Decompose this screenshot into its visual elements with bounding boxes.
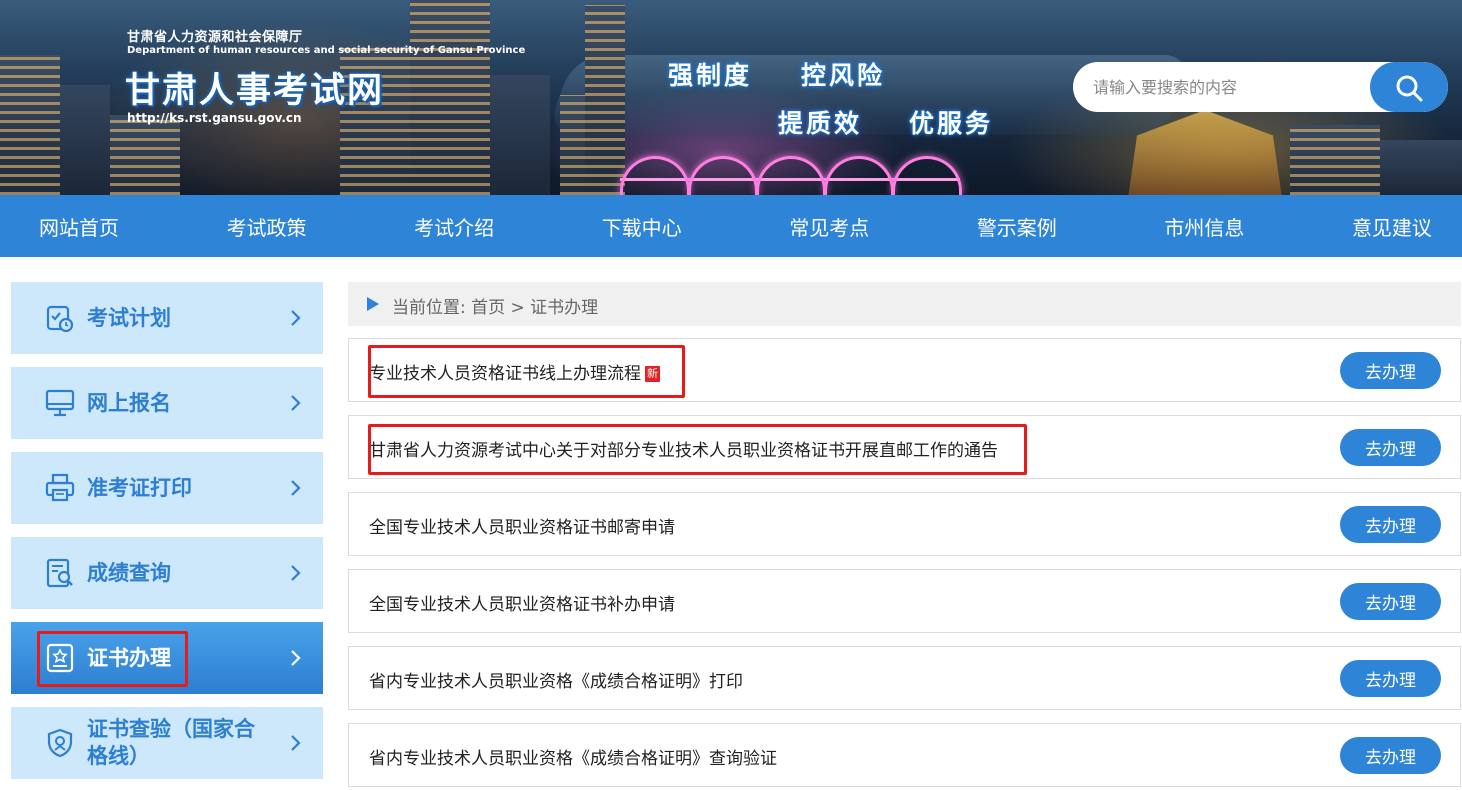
sidebar-item-score-query[interactable]: 成绩查询 <box>11 537 323 609</box>
org-name-cn: 甘肃省人力资源和社会保障厅 <box>127 30 303 45</box>
sidebar-item-online-registration[interactable]: 网上报名 <box>11 367 323 439</box>
list-item-title: 全国专业技术人员职业资格证书邮寄申请 <box>369 518 675 538</box>
site-url: http://ks.rst.gansu.gov.cn <box>127 111 302 125</box>
process-button[interactable]: 去办理 <box>1340 506 1441 543</box>
banner-building <box>0 55 60 195</box>
chevron-right-icon <box>291 650 301 666</box>
breadcrumb: 当前位置: 首页 > 证书办理 <box>348 282 1461 326</box>
slogan-3: 提质效 <box>778 109 863 138</box>
new-badge: 新 <box>645 366 660 382</box>
list-item-link[interactable]: 甘肃省人力资源考试中心关于对部分专业技术人员职业资格证书开展直邮工作的通告 <box>369 436 998 461</box>
list-item-title: 甘肃省人力资源考试中心关于对部分专业技术人员职业资格证书开展直邮工作的通告 <box>369 441 998 461</box>
nav-item-feedback[interactable]: 意见建议 <box>1352 212 1432 241</box>
chevron-right-icon <box>291 395 301 411</box>
nav-item-venues[interactable]: 常见考点 <box>789 212 869 241</box>
sidebar-item-certificate-processing[interactable]: 证书办理 <box>11 622 323 694</box>
chevron-right-icon <box>291 735 301 751</box>
list-item-title: 省内专业技术人员职业资格《成绩合格证明》打印 <box>369 672 743 692</box>
banner-building <box>585 5 625 195</box>
sidebar-item-admission-ticket[interactable]: 准考证打印 <box>11 452 323 524</box>
sidebar-item-label: 证书查验（国家合格线） <box>87 717 255 768</box>
list-item: 专业技术人员资格证书线上办理流程新 去办理 <box>348 338 1461 402</box>
slogan-1: 强制度 <box>668 61 753 90</box>
banner-bridge <box>620 156 962 195</box>
org-name-en: Department of human resources and social… <box>127 45 526 56</box>
banner-building <box>110 115 180 195</box>
list-item-link[interactable]: 全国专业技术人员职业资格证书补办申请 <box>369 590 675 615</box>
search-button[interactable] <box>1370 62 1448 112</box>
banner-building <box>490 75 550 195</box>
document-search-icon <box>46 558 73 588</box>
process-button[interactable]: 去办理 <box>1340 660 1441 697</box>
slogan-4: 优服务 <box>909 109 994 138</box>
sidebar-item-label: 考试计划 <box>87 305 171 330</box>
banner-building <box>1380 140 1462 195</box>
list-item-title: 省内专业技术人员职业资格《成绩合格证明》查询验证 <box>369 749 777 769</box>
list-item-title: 专业技术人员资格证书线上办理流程 <box>369 364 641 384</box>
sidebar-item-exam-plan[interactable]: 考试计划 <box>11 282 323 354</box>
triangle-right-icon <box>367 297 379 311</box>
process-button[interactable]: 去办理 <box>1340 583 1441 620</box>
chevron-right-icon <box>291 565 301 581</box>
list-item: 省内专业技术人员职业资格《成绩合格证明》打印 去办理 <box>348 646 1461 710</box>
nav-item-policy[interactable]: 考试政策 <box>227 212 307 241</box>
banner-building <box>410 0 490 195</box>
nav-item-intro[interactable]: 考试介绍 <box>414 212 494 241</box>
breadcrumb-text: 当前位置: 首页 > 证书办理 <box>392 298 599 318</box>
site-title[interactable]: 甘肃人事考试网 <box>125 62 384 113</box>
banner-building <box>60 85 110 195</box>
process-button[interactable]: 去办理 <box>1340 737 1441 774</box>
banner-building <box>1290 125 1380 195</box>
list-item: 省内专业技术人员职业资格《成绩合格证明》查询验证 去办理 <box>348 723 1461 787</box>
process-button[interactable]: 去办理 <box>1340 429 1441 466</box>
certificate-icon <box>46 643 74 673</box>
bridge-arch <box>824 156 894 195</box>
chevron-right-icon <box>291 310 301 326</box>
nav-item-home[interactable]: 网站首页 <box>39 212 119 241</box>
list-item-title: 全国专业技术人员职业资格证书补办申请 <box>369 595 675 615</box>
sidebar-item-label: 成绩查询 <box>87 560 171 585</box>
list-item-link[interactable]: 省内专业技术人员职业资格《成绩合格证明》查询验证 <box>369 744 777 769</box>
bridge-arch <box>756 156 826 195</box>
nav-item-city-info[interactable]: 市州信息 <box>1164 212 1244 241</box>
sidebar-item-certificate-verification[interactable]: 证书查验（国家合格线） <box>11 707 323 779</box>
search-input[interactable] <box>1073 62 1383 112</box>
slogan-2: 控风险 <box>801 61 886 90</box>
header-banner: 甘肃省人力资源和社会保障厅 Department of human resour… <box>0 0 1462 195</box>
chevron-right-icon <box>291 480 301 496</box>
nav-item-download[interactable]: 下载中心 <box>602 212 682 241</box>
bridge-arch <box>892 156 962 195</box>
calendar-check-icon <box>46 305 74 333</box>
sidebar-item-label: 证书办理 <box>87 645 171 670</box>
list-item: 全国专业技术人员职业资格证书邮寄申请 去办理 <box>348 492 1461 556</box>
sidebar-item-label: 准考证打印 <box>87 475 192 500</box>
shield-check-icon <box>47 728 73 758</box>
bridge-arch <box>688 156 758 195</box>
nav-item-cases[interactable]: 警示案例 <box>977 212 1057 241</box>
list-item-link[interactable]: 省内专业技术人员职业资格《成绩合格证明》打印 <box>369 667 743 692</box>
bridge-arch <box>620 156 690 195</box>
printer-icon <box>45 473 75 502</box>
list-item-link[interactable]: 全国专业技术人员职业资格证书邮寄申请 <box>369 513 675 538</box>
monitor-icon <box>45 389 75 417</box>
list-item: 全国专业技术人员职业资格证书补办申请 去办理 <box>348 569 1461 633</box>
list-item-link[interactable]: 专业技术人员资格证书线上办理流程新 <box>369 359 660 384</box>
process-button[interactable]: 去办理 <box>1340 352 1441 389</box>
sidebar-item-label: 网上报名 <box>87 390 171 415</box>
list-item: 甘肃省人力资源考试中心关于对部分专业技术人员职业资格证书开展直邮工作的通告 去办… <box>348 415 1461 479</box>
search-icon <box>1396 75 1423 102</box>
main-nav: 网站首页 考试政策 考试介绍 下载中心 常见考点 警示案例 市州信息 意见建议 <box>0 195 1462 257</box>
search-box <box>1073 62 1448 112</box>
